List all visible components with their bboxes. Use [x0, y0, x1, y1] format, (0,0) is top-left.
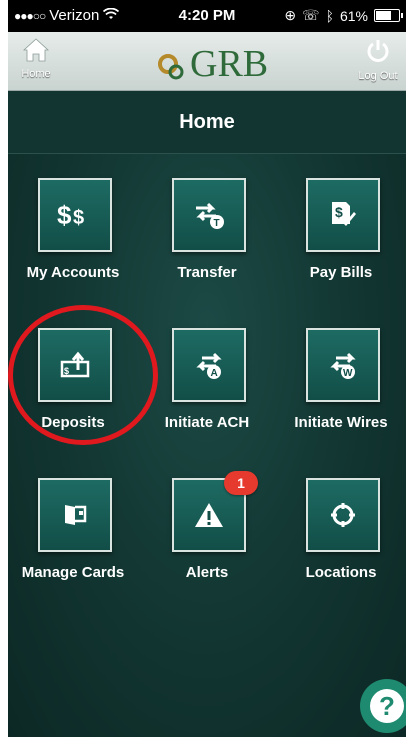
card-icon — [38, 478, 112, 552]
tile-transfer[interactable]: T Transfer — [142, 153, 272, 281]
pay-bills-icon: $ — [306, 178, 380, 252]
tile-label: Locations — [305, 564, 377, 581]
power-icon — [350, 38, 406, 70]
nav-bar: Home GRB Log Out — [8, 32, 406, 91]
rotation-lock-icon: ⊕ — [284, 7, 297, 23]
tile-pay-bills[interactable]: $ Pay Bills — [276, 153, 406, 281]
ach-icon: A — [172, 328, 246, 402]
transfer-icon: T — [172, 178, 246, 252]
svg-text:T: T — [214, 218, 220, 229]
tile-label: Transfer — [177, 264, 237, 281]
battery-icon — [374, 9, 403, 22]
help-button[interactable]: ? — [360, 679, 406, 733]
tile-label: Deposits — [41, 414, 105, 431]
deposit-icon: $ — [38, 328, 112, 402]
tile-my-accounts[interactable]: $ $ My Accounts — [8, 153, 138, 281]
location-icon — [306, 478, 380, 552]
logout-button[interactable]: Log Out — [350, 38, 406, 86]
home-icon — [8, 38, 64, 68]
dollar-icon: $ $ — [38, 178, 112, 252]
tile-label: Manage Cards — [21, 564, 125, 581]
wire-icon: W — [306, 328, 380, 402]
tile-locations[interactable]: Locations — [276, 453, 406, 581]
logout-label: Log Out — [358, 70, 398, 82]
phone-screen: ●●●○○ Verizon 4:20 PM ⊕ ☏ ᛒ 61% Home GRB… — [0, 0, 414, 737]
help-icon: ? — [370, 689, 404, 723]
logo-mark-icon — [158, 54, 184, 80]
tty-icon: ☏ — [302, 7, 320, 23]
tile-label: Alerts — [185, 564, 229, 581]
title-bar: Home — [8, 91, 406, 154]
tile-label: Pay Bills — [309, 264, 373, 281]
battery-percent: 61% — [339, 7, 368, 24]
grb-logo: GRB — [158, 38, 268, 84]
logo-text: GRB — [190, 43, 269, 85]
tile-initiate-wires[interactable]: W Initiate Wires — [276, 303, 406, 431]
tile-alerts[interactable]: 1 Alerts — [142, 453, 272, 581]
home-label: Home — [21, 68, 51, 80]
svg-text:$: $ — [73, 207, 84, 229]
svg-text:$: $ — [64, 366, 69, 376]
tile-initiate-ach[interactable]: A Initiate ACH — [142, 303, 272, 431]
tile-manage-cards[interactable]: Manage Cards — [8, 453, 138, 581]
tile-label: My Accounts — [26, 264, 120, 281]
status-right: ⊕ ☏ ᛒ 61% — [284, 7, 403, 24]
bluetooth-icon: ᛒ — [325, 7, 334, 24]
alert-count-badge: 1 — [224, 471, 258, 495]
svg-text:A: A — [211, 368, 218, 379]
svg-text:$: $ — [335, 204, 343, 220]
status-bar: ●●●○○ Verizon 4:20 PM ⊕ ☏ ᛒ 61% — [8, 0, 406, 32]
svg-text:$: $ — [57, 200, 72, 230]
app-container: ●●●○○ Verizon 4:20 PM ⊕ ☏ ᛒ 61% Home GRB… — [8, 0, 406, 737]
tile-label: Initiate Wires — [294, 414, 388, 431]
svg-text:W: W — [343, 368, 353, 379]
home-button[interactable]: Home — [8, 38, 64, 86]
page-title: Home — [179, 111, 235, 133]
tile-label: Initiate ACH — [164, 414, 250, 431]
tile-deposits[interactable]: $ Deposits — [8, 303, 138, 431]
